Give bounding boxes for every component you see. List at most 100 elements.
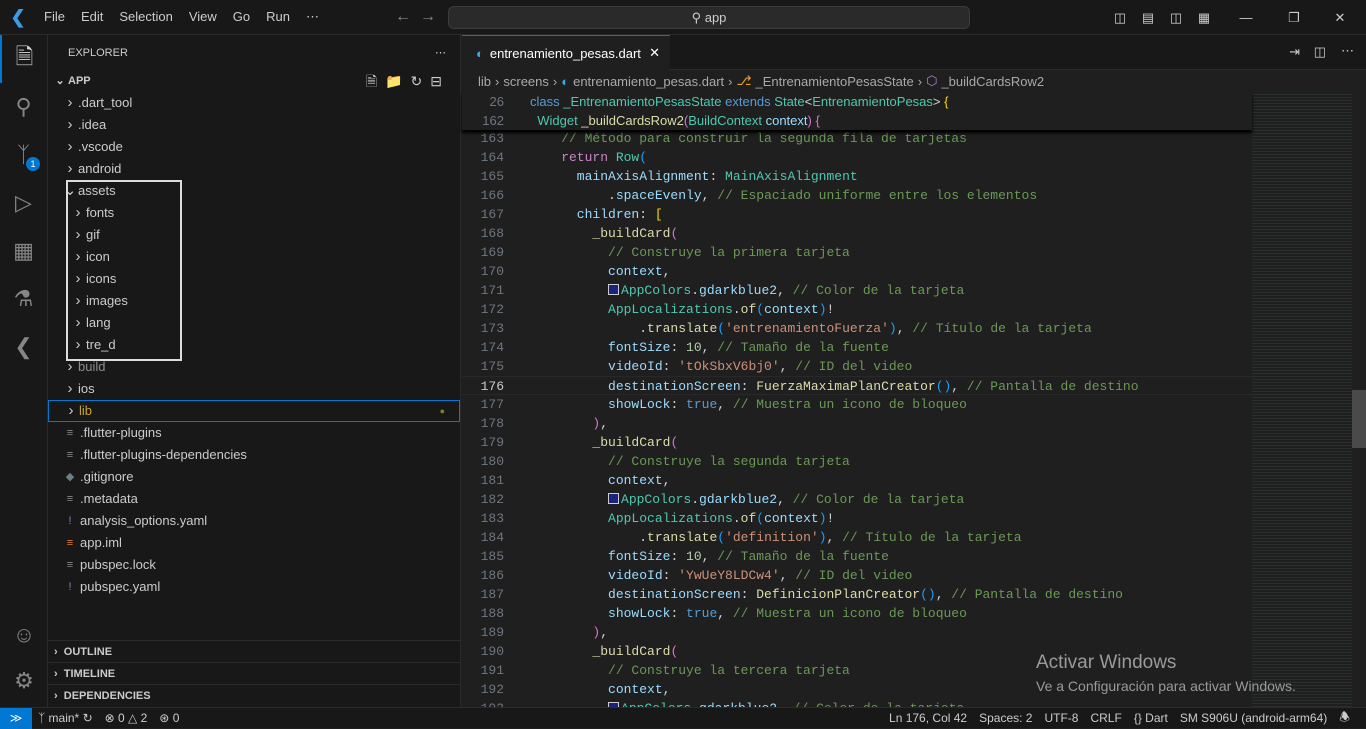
split-editor-icon[interactable]: ◫ xyxy=(1314,44,1326,60)
toggle-panel-icon[interactable]: ▤ xyxy=(1134,10,1162,26)
code-line[interactable]: 187 destinationScreen: DefinicionPlanCre… xyxy=(462,585,1252,604)
code-line[interactable]: 165 mainAxisAlignment: MainAxisAlignment xyxy=(462,167,1252,186)
tree-item[interactable]: › lib ● xyxy=(48,400,460,422)
tree-item[interactable]: › .idea xyxy=(48,114,460,136)
notifications-bell-icon[interactable]: 🕭 xyxy=(1333,708,1356,729)
tree-item[interactable]: ≡ .metadata xyxy=(48,488,460,510)
tree-item[interactable]: ≡ app.iml xyxy=(48,532,460,554)
code-line[interactable]: 193 AppColors.gdarkblue2, // Color de la… xyxy=(462,699,1252,707)
account-icon[interactable]: ☺ xyxy=(0,611,48,659)
indentation[interactable]: Spaces: 2 xyxy=(973,711,1038,725)
toggle-sidebar-icon[interactable]: ◫ xyxy=(1106,10,1134,26)
breadcrumb-lib[interactable]: lib xyxy=(478,74,491,89)
run-debug-icon[interactable]: ▷ xyxy=(0,179,47,227)
tree-item[interactable]: › ios xyxy=(48,378,460,400)
code-line[interactable]: 168 _buildCard( xyxy=(462,224,1252,243)
minimize-button[interactable]: — xyxy=(1218,10,1274,25)
toggle-secondary-sidebar-icon[interactable]: ◫ xyxy=(1162,10,1190,26)
code-line[interactable]: 170 context, xyxy=(462,262,1252,281)
code-line[interactable]: 175 videoId: 'tOkSbxV6bj0', // ID del vi… xyxy=(462,357,1252,376)
menu-0[interactable]: File xyxy=(36,9,73,25)
breadcrumb-screens[interactable]: screens xyxy=(503,74,549,89)
flutter-icon[interactable]: ❮ xyxy=(0,323,47,371)
code-line[interactable]: 171 AppColors.gdarkblue2, // Color de la… xyxy=(462,281,1252,300)
source-control-icon[interactable]: ᛉ1 xyxy=(0,131,47,179)
cursor-position[interactable]: Ln 176, Col 42 xyxy=(883,711,973,725)
code-line[interactable]: 182 AppColors.gdarkblue2, // Color de la… xyxy=(462,490,1252,509)
more-editor-actions-icon[interactable]: ⋯ xyxy=(1341,43,1354,59)
vertical-scrollbar[interactable] xyxy=(1352,390,1366,448)
code-line[interactable]: 166 .spaceEvenly, // Espaciado uniforme … xyxy=(462,186,1252,205)
code-line[interactable]: 181 context, xyxy=(462,471,1252,490)
remote-indicator-icon[interactable]: ≫ xyxy=(0,707,32,729)
code-line[interactable]: 184 .translate('definition'), // Título … xyxy=(462,528,1252,547)
menu-6[interactable]: ⋯ xyxy=(298,9,327,25)
code-line[interactable]: 180 // Construye la segunda tarjeta xyxy=(462,452,1252,471)
menu-2[interactable]: Selection xyxy=(111,9,180,25)
tree-item[interactable]: ≡ pubspec.lock xyxy=(48,554,460,576)
back-arrow-icon[interactable]: ← xyxy=(395,8,411,26)
more-actions-icon[interactable]: ⋯ xyxy=(435,46,446,59)
explorer-icon[interactable]: 🗎 xyxy=(0,35,47,83)
search-view-icon[interactable]: ⚲ xyxy=(0,83,47,131)
problems-indicator[interactable]: ⊗ 0 △ 2 xyxy=(99,711,154,725)
forward-arrow-icon[interactable]: → xyxy=(420,8,436,26)
close-tab-icon[interactable]: ✕ xyxy=(649,45,660,61)
code-line[interactable]: 176 destinationScreen: FuerzaMaximaPlanC… xyxy=(462,376,1252,395)
extensions-icon[interactable]: ▦ xyxy=(0,227,47,275)
tree-item[interactable]: › android xyxy=(48,158,460,180)
customize-layout-icon[interactable]: ▦ xyxy=(1190,10,1218,26)
ports-indicator[interactable]: ⊛ 0 xyxy=(153,711,185,725)
code-line[interactable]: 178 ), xyxy=(462,414,1252,433)
root-folder-app[interactable]: ⌄ APP 🗎📁↻⊟ xyxy=(48,70,460,92)
section-timeline[interactable]: › TIMELINE xyxy=(48,662,461,684)
settings-gear-icon[interactable]: ⚙ xyxy=(0,657,48,705)
sticky-scroll-header[interactable]: 26 class _EntrenamientoPesasState extends… xyxy=(462,92,1252,130)
new-file-folder-refresh-collapse-icons[interactable]: 🗎📁↻⊟ xyxy=(366,70,450,92)
code-line[interactable]: 185 fontSize: 10, // Tamaño de la fuente xyxy=(462,547,1252,566)
branch-indicator[interactable]: ᛉ main* ↻ xyxy=(32,711,99,725)
tree-item[interactable]: ◆ .gitignore xyxy=(48,466,460,488)
tree-item[interactable]: ! analysis_options.yaml xyxy=(48,510,460,532)
menu-4[interactable]: Go xyxy=(225,9,258,25)
breadcrumb-class[interactable]: _EntrenamientoPesasState xyxy=(755,74,913,89)
section-outline[interactable]: › OUTLINE xyxy=(48,640,461,662)
code-line[interactable]: 169 // Construye la primera tarjeta xyxy=(462,243,1252,262)
device-selector[interactable]: SM S906U (android-arm64) xyxy=(1174,711,1333,725)
menu-5[interactable]: Run xyxy=(258,9,298,25)
encoding[interactable]: UTF-8 xyxy=(1038,711,1084,725)
code-line[interactable]: 188 showLock: true, // Muestra un icono … xyxy=(462,604,1252,623)
code-line[interactable]: 167 children: [ xyxy=(462,205,1252,224)
code-line[interactable]: 183 AppLocalizations.of(context)! xyxy=(462,509,1252,528)
code-line[interactable]: 174 fontSize: 10, // Tamaño de la fuente xyxy=(462,338,1252,357)
code-line[interactable]: 162 Widget _buildCardsRow2(BuildContext … xyxy=(462,111,1252,130)
breadcrumb-method[interactable]: _buildCardsRow2 xyxy=(941,74,1044,89)
tree-item[interactable]: › .dart_tool xyxy=(48,92,460,114)
tree-item[interactable]: ! pubspec.yaml xyxy=(48,576,460,598)
open-changes-icon[interactable]: ⇥ xyxy=(1289,44,1300,60)
code-area[interactable]: 163 // Método para construir la segunda … xyxy=(462,92,1252,707)
line-ending[interactable]: CRLF xyxy=(1084,711,1127,725)
breadcrumb-file[interactable]: entrenamiento_pesas.dart xyxy=(573,74,724,89)
code-line[interactable]: 173 .translate('entrenamientoFuerza'), /… xyxy=(462,319,1252,338)
tree-item[interactable]: ≡ .flutter-plugins-dependencies xyxy=(48,444,460,466)
code-line[interactable]: 172 AppLocalizations.of(context)! xyxy=(462,300,1252,319)
language-mode[interactable]: {} Dart xyxy=(1128,711,1174,725)
menu-1[interactable]: Edit xyxy=(73,9,111,25)
tab-entrenamiento-pesas[interactable]: ◐ entrenamiento_pesas.dart ✕ xyxy=(462,35,670,70)
command-center-search[interactable]: ⚲ app xyxy=(448,6,970,29)
testing-icon[interactable]: ⚗ xyxy=(0,275,47,323)
code-line[interactable]: 186 videoId: 'YwUeY8LDCw4', // ID del vi… xyxy=(462,566,1252,585)
minimap[interactable] xyxy=(1252,92,1352,707)
section-dependencies[interactable]: › DEPENDENCIES xyxy=(48,684,461,706)
code-line[interactable]: 164 return Row( xyxy=(462,148,1252,167)
restore-button[interactable]: ❐ xyxy=(1274,10,1314,26)
code-line[interactable]: 189 ), xyxy=(462,623,1252,642)
tree-item[interactable]: ≡ .flutter-plugins xyxy=(48,422,460,444)
code-line[interactable]: 26 class _EntrenamientoPesasState extends… xyxy=(462,92,1252,111)
tree-item[interactable]: › .vscode xyxy=(48,136,460,158)
menu-3[interactable]: View xyxy=(181,9,225,25)
close-window-button[interactable]: ✕ xyxy=(1314,10,1366,26)
code-line[interactable]: 163 // Método para construir la segunda … xyxy=(462,129,1252,148)
code-line[interactable]: 177 showLock: true, // Muestra un icono … xyxy=(462,395,1252,414)
